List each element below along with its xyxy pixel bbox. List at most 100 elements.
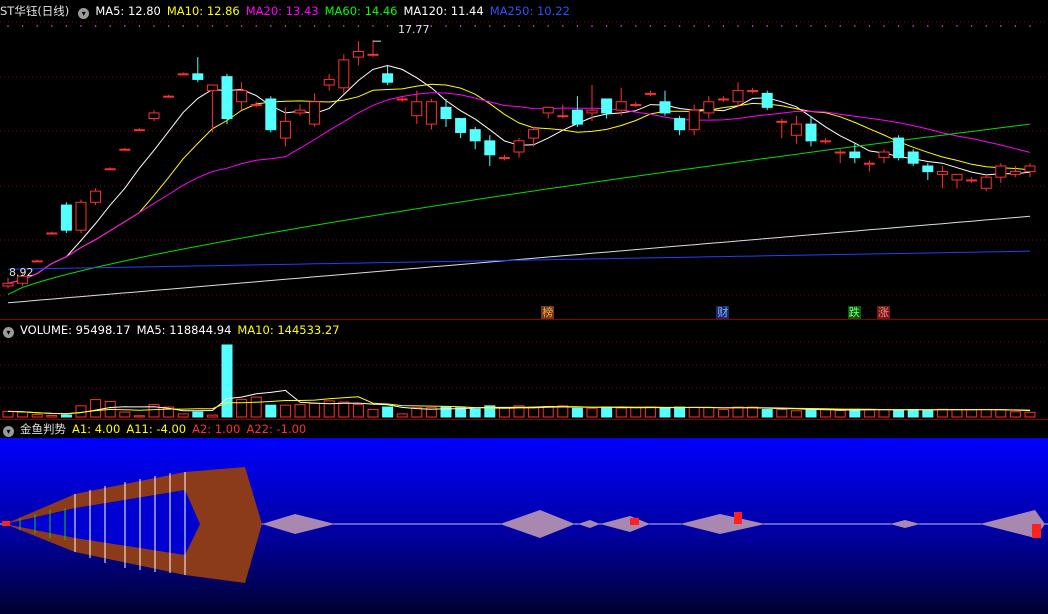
top-dot <box>941 25 944 27</box>
volume-bar <box>922 409 934 418</box>
candle-body <box>528 129 540 139</box>
event-tag[interactable]: 榜 <box>541 306 555 319</box>
top-dot <box>591 25 593 27</box>
candle-body <box>674 118 686 131</box>
candle-body <box>177 73 189 76</box>
volume-bar <box>907 409 919 418</box>
candle-body <box>1024 165 1036 173</box>
candle-body <box>323 78 335 86</box>
ma120-line <box>7 215 1031 304</box>
volume-bar <box>674 406 686 418</box>
top-dot <box>1000 25 1002 27</box>
top-dot <box>459 25 462 27</box>
candle-body <box>688 109 700 131</box>
top-dot <box>605 25 608 27</box>
candle-body <box>367 53 379 56</box>
top-dot <box>489 25 491 27</box>
top-dot <box>503 25 506 27</box>
top-dot <box>678 25 681 27</box>
top-dot <box>197 25 199 27</box>
volume-bar <box>294 404 306 418</box>
volume-bar <box>1024 411 1036 418</box>
volume-bar <box>966 409 978 418</box>
volume-bar <box>352 404 364 418</box>
volume-bar <box>60 414 72 418</box>
top-dot <box>80 25 82 27</box>
volume-bar <box>265 404 277 418</box>
ma20-line <box>7 92 1031 284</box>
signal-marker <box>734 512 742 524</box>
top-dot <box>751 25 754 27</box>
top-dot <box>372 25 374 27</box>
candle-body <box>60 204 72 231</box>
top-dot <box>985 25 987 27</box>
candle-body <box>805 123 817 142</box>
volume-bar <box>717 409 729 418</box>
top-dot <box>109 25 111 27</box>
candle-body <box>46 232 58 235</box>
candle-body <box>119 148 131 151</box>
top-dot <box>284 25 287 27</box>
volume-bar <box>46 415 58 418</box>
top-dot <box>36 25 38 27</box>
event-tag[interactable]: 跌 <box>847 306 861 319</box>
top-dot <box>547 25 549 27</box>
top-dot <box>357 25 360 27</box>
volume-bar <box>2 410 14 418</box>
goldfish-indicator-chart[interactable] <box>0 420 1048 614</box>
signal-marker <box>630 518 639 525</box>
top-dot <box>810 25 812 27</box>
candle-body <box>557 115 569 118</box>
candle-body <box>878 151 890 159</box>
top-dot <box>518 25 520 27</box>
candle-body <box>980 176 992 189</box>
top-dot <box>386 25 389 27</box>
candle-body <box>250 104 262 107</box>
candle-body <box>221 76 233 120</box>
volume-bar <box>309 402 321 418</box>
top-dot <box>562 25 564 27</box>
top-dot <box>795 25 798 27</box>
candle-body <box>776 120 788 123</box>
high-label: 17.77 <box>398 23 430 36</box>
top-dot <box>649 25 652 27</box>
candle-body <box>90 190 102 203</box>
volume-bar <box>893 409 905 418</box>
volume-bar <box>396 413 408 418</box>
indicator-panel[interactable]: ▾ 金鱼判势 A1: 4.00 A11: -4.00 A2: 1.00 A22: -1.0… <box>0 420 1048 614</box>
top-dot <box>124 25 126 27</box>
candle-body <box>104 168 116 171</box>
candle-body <box>352 51 364 58</box>
candle-body <box>571 109 583 125</box>
candle-body <box>294 109 306 114</box>
top-dot <box>708 25 710 27</box>
candle-body <box>849 151 861 159</box>
volume-bar <box>382 406 394 418</box>
volume-bar <box>936 408 948 418</box>
volume-bar <box>133 415 145 418</box>
candlestick-chart[interactable] <box>0 0 1048 320</box>
candle-body <box>1009 171 1021 175</box>
candle-body <box>630 104 642 107</box>
event-tag[interactable]: 涨 <box>877 306 890 319</box>
volume-bar <box>177 413 189 418</box>
candle-body <box>31 260 43 263</box>
top-dot <box>897 25 900 27</box>
candle-body <box>907 151 919 164</box>
ma5-line <box>7 64 1031 284</box>
candle-body <box>790 123 802 136</box>
event-tag[interactable]: 财 <box>716 306 730 319</box>
candle-body <box>659 101 671 114</box>
top-dot <box>138 25 141 27</box>
volume-panel[interactable]: ▾ VOLUME: 95498.17 MA5: 118844.94 MA10: 144… <box>0 320 1048 420</box>
volume-bar <box>820 408 832 418</box>
top-dot <box>21 25 24 27</box>
candle-body <box>513 140 525 153</box>
candle-body <box>732 90 744 103</box>
volume-chart[interactable] <box>0 320 1048 420</box>
price-panel[interactable]: ST华钰(日线) ▾ MA5: 12.80 MA10: 12.86 MA20: 13.4… <box>0 0 1048 320</box>
candle-body <box>717 98 729 101</box>
top-dot <box>299 25 301 27</box>
candle-body <box>761 92 773 108</box>
volume-bar <box>790 410 802 418</box>
